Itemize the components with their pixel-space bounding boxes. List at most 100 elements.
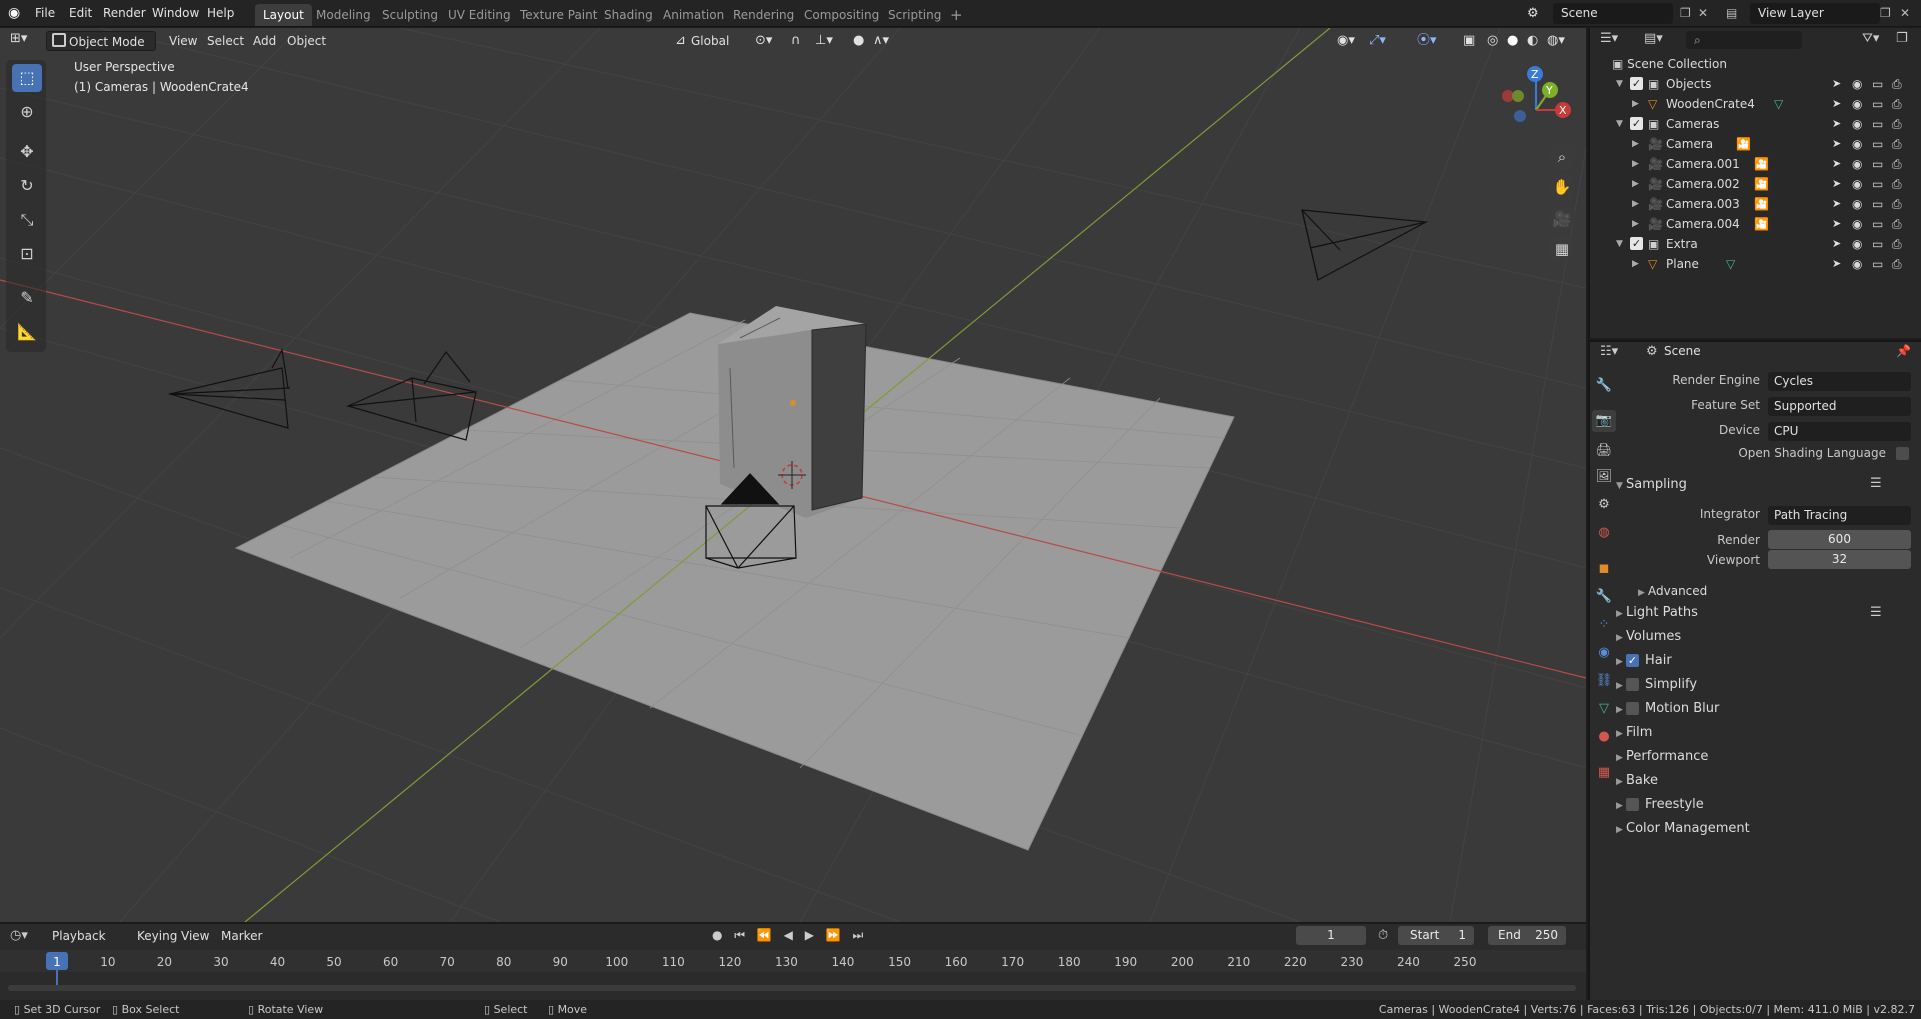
pin-icon[interactable]: 📌 [1896,344,1911,358]
camera-object[interactable] [1301,209,1429,281]
eye-icon[interactable]: ◉ [1852,74,1862,94]
integrator-dropdown[interactable]: Path Tracing [1768,506,1911,525]
render-tab-icon[interactable]: 📷 [1592,410,1616,432]
tool-tab-icon[interactable]: 🔧 [1592,375,1616,397]
camera-data-icon[interactable]: 🎦 [1754,154,1769,174]
panel-header[interactable]: ▶ Simplify [1616,674,1916,696]
timeline-menu-playback[interactable]: Playback [45,926,113,946]
camera-render-icon[interactable]: ⎙ [1892,74,1902,94]
timeline-menu-marker[interactable]: Marker [214,926,269,946]
tab-uv-editing[interactable]: UV Editing [440,4,519,26]
outliner-row[interactable]: ▶ 🎥 Camera.003 🎦 ➤ ◉ ▭ ⎙ [1600,194,1920,214]
eye-icon[interactable]: ◉ [1852,194,1862,214]
viewport-menu-object[interactable]: Object [280,31,333,51]
select-box-icon[interactable]: ⬚ [12,64,42,92]
camera-render-icon[interactable]: ⎙ [1892,154,1902,174]
viewport-samples-field[interactable]: 32 [1768,550,1911,569]
eye-icon[interactable]: ◉ [1852,234,1862,254]
physics-tab-icon[interactable]: ◉ [1592,642,1616,664]
tab-sculpting[interactable]: Sculpting [374,4,446,26]
menu-file[interactable]: File [35,0,55,27]
panel-header[interactable]: ▶ Color Management [1616,818,1916,840]
transform-icon[interactable]: ⊡ [12,240,42,268]
zoom-icon[interactable]: ⌕ [1548,143,1576,171]
timeline-scrollbar[interactable] [8,985,1576,991]
outliner-row[interactable]: ▼ ✓ ▣ Cameras ➤ ◉ ▭ ⎙ [1600,114,1920,134]
snap-icon[interactable]: ∩ [784,31,808,51]
monitor-icon[interactable]: ▭ [1872,74,1883,94]
xray-icon[interactable]: ▣ [1456,31,1482,51]
copy-scene-icon[interactable]: ❐ [1680,0,1691,27]
cursor-icon[interactable]: ⊕ [12,98,42,126]
particles-tab-icon[interactable]: ⁘ [1592,614,1616,636]
monitor-icon[interactable]: ▭ [1872,234,1883,254]
3d-viewport[interactable]: Z Y X [0,28,1586,922]
end-frame-field[interactable]: End 250 [1488,926,1566,945]
monitor-icon[interactable]: ▭ [1872,114,1883,134]
monitor-icon[interactable]: ▭ [1872,214,1883,234]
eye-icon[interactable]: ◉ [1852,154,1862,174]
mesh-data-icon[interactable]: ▽ [1726,254,1735,274]
outliner-row[interactable]: ▼ ✓ ▣ Extra ➤ ◉ ▭ ⎙ [1600,234,1920,254]
camera-data-icon[interactable]: 🎦 [1736,134,1751,154]
select-arrow-icon[interactable]: ➤ [1832,94,1841,114]
outliner-row[interactable]: ▶ 🎥 Camera 🎦 ➤ ◉ ▭ ⎙ [1600,134,1920,154]
tab-modeling[interactable]: Modeling [308,4,379,26]
feature-set-dropdown[interactable]: Supported [1768,397,1911,416]
monitor-icon[interactable]: ▭ [1872,194,1883,214]
select-arrow-icon[interactable]: ➤ [1832,114,1841,134]
camera-object[interactable] [346,350,477,441]
view-layer-selector[interactable]: View Layer [1750,3,1880,24]
outliner-row[interactable]: ▼ ✓ ▣ Objects ➤ ◉ ▭ ⎙ [1600,74,1920,94]
chevron-down-icon[interactable]: ▼ [1616,74,1623,94]
select-arrow-icon[interactable]: ➤ [1832,134,1841,154]
scene-tab-icon[interactable]: ⚙ [1592,494,1616,516]
playback-controls[interactable]: ● ⏮ ⏪ ◀ ▶ ⏩ ⏭ [712,928,867,943]
monitor-icon[interactable]: ▭ [1872,154,1883,174]
chevron-right-icon[interactable]: ▶ [1632,214,1639,234]
select-arrow-icon[interactable]: ➤ [1832,254,1841,274]
device-dropdown[interactable]: CPU [1768,422,1911,441]
eye-icon[interactable]: ◉ [1852,174,1862,194]
pan-hand-icon[interactable]: ✋ [1548,173,1576,201]
tab-animation[interactable]: Animation [655,4,732,26]
monitor-icon[interactable]: ▭ [1872,134,1883,154]
chevron-right-icon[interactable]: ▶ [1632,194,1639,214]
eye-icon[interactable]: ◉ [1852,214,1862,234]
tab-texture-paint[interactable]: Texture Paint [512,4,605,26]
falloff-icon[interactable]: ∧▾ [866,31,896,51]
select-arrow-icon[interactable]: ➤ [1832,194,1841,214]
outliner-row[interactable]: ▶ 🎥 Camera.002 🎦 ➤ ◉ ▭ ⎙ [1600,174,1920,194]
advanced-subpanel-header[interactable]: ▶ Advanced [1638,580,1921,602]
presets-list-icon[interactable]: ☰ [1870,602,1882,624]
select-arrow-icon[interactable]: ➤ [1832,74,1841,94]
monitor-icon[interactable]: ▭ [1872,174,1883,194]
move-icon[interactable]: ✥ [12,138,42,166]
data-tab-icon[interactable]: ▽ [1592,698,1616,720]
chevron-right-icon[interactable]: ▶ [1632,174,1639,194]
viewport-menu-select[interactable]: Select [200,31,251,51]
panel-header[interactable]: ▶ ✓ Hair [1616,650,1916,672]
perspective-toggle-icon[interactable]: ▦ [1548,235,1576,263]
scene-selector[interactable]: Scene [1553,3,1673,24]
modifier-tab-icon[interactable]: 🔧 [1592,586,1616,608]
scale-icon[interactable]: ⤡ [12,206,42,234]
view-layer-icon[interactable]: ▤ [1726,0,1737,27]
menu-window[interactable]: Window [152,0,199,27]
copy-view-layer-icon[interactable]: ❐ [1880,0,1891,27]
annotate-icon[interactable]: ✎ [12,284,42,312]
panel-checkbox[interactable] [1626,678,1639,691]
view-layer-tab-icon[interactable]: 🖼 [1592,466,1616,488]
viewport-menu-add[interactable]: Add [246,31,283,51]
panel-header[interactable]: ▶ Light Paths ☰ [1616,602,1916,624]
tab-layout[interactable]: Layout [255,4,312,26]
close-icon[interactable]: ✕ [1698,0,1708,27]
camera-render-icon[interactable]: ⎙ [1892,174,1902,194]
panel-header[interactable]: ▶ Motion Blur [1616,698,1916,720]
camera-view-icon[interactable]: 🎥 [1548,205,1576,233]
texture-tab-icon[interactable]: ▦ [1592,762,1616,784]
monitor-icon[interactable]: ▭ [1872,254,1883,274]
outliner-editor-type-icon[interactable]: ☰▾ [1600,31,1618,46]
eye-icon[interactable]: ◉ [1852,134,1862,154]
camera-render-icon[interactable]: ⎙ [1892,94,1902,114]
